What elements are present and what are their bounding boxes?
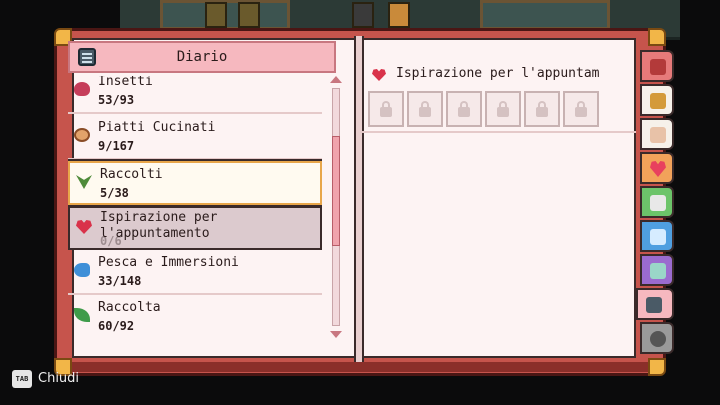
category-item-pesca[interactable]: Pesca e Immersioni 33/148 [68, 251, 322, 295]
tab-skills[interactable] [640, 220, 674, 252]
journal-book: Diario Insetti 53/93 Piatti Cucinati 9/1… [54, 28, 666, 376]
category-item-raccolta[interactable]: Raccolta 60/92 [68, 296, 322, 338]
inspiration-slot[interactable] [446, 91, 482, 127]
book-corner [648, 358, 666, 376]
fish-icon [74, 263, 90, 277]
background-npc [388, 2, 410, 28]
book-cover-edge [60, 362, 660, 372]
inspiration-slot[interactable] [407, 91, 443, 127]
category-item-raccolti[interactable]: Raccolti 5/38 [68, 159, 322, 207]
scroll-down-icon[interactable] [330, 331, 342, 338]
background-window [480, 0, 610, 30]
category-count: 0/6 [100, 234, 122, 248]
backpack-icon [650, 59, 666, 75]
category-count: 53/93 [98, 93, 135, 107]
tab-journal[interactable] [636, 288, 674, 320]
tab-calendar[interactable] [640, 254, 674, 286]
bug-icon [74, 82, 90, 96]
journal-header: Diario [68, 41, 336, 73]
category-count: 9/167 [98, 139, 135, 153]
tab-clothing[interactable] [640, 84, 674, 116]
character-icon [650, 127, 666, 143]
heart-icon [650, 161, 666, 177]
lock-icon [380, 101, 392, 117]
scroll-up-icon[interactable] [330, 76, 342, 83]
lock-icon [458, 101, 470, 117]
background-crate [238, 2, 260, 28]
category-item-insetti[interactable]: Insetti 53/93 [68, 76, 322, 114]
book-corner [648, 28, 666, 46]
background-crate [205, 2, 227, 28]
lock-icon [575, 101, 587, 117]
category-count: 60/92 [98, 319, 135, 333]
dish-icon [74, 128, 90, 142]
inspiration-slot[interactable] [563, 91, 599, 127]
inspiration-slot[interactable] [485, 91, 521, 127]
tab-relationships[interactable] [640, 152, 674, 184]
category-name: Ispirazione per l'appuntamento [100, 210, 218, 241]
leaf-icon [74, 308, 90, 322]
calendar-icon [650, 263, 666, 279]
background-npc [352, 2, 374, 28]
category-list[interactable]: Insetti 53/93 Piatti Cucinati 9/167 Racc… [68, 76, 322, 338]
lock-icon [419, 101, 431, 117]
sprout-icon [76, 175, 92, 189]
journal-title: Diario [176, 49, 228, 65]
category-scrollbar[interactable] [329, 76, 343, 338]
snowflake-icon [650, 229, 666, 245]
tab-map[interactable] [640, 186, 674, 218]
right-page [360, 38, 636, 358]
lock-icon [497, 101, 509, 117]
inspiration-slots [368, 91, 599, 127]
category-name: Raccolta [98, 300, 161, 315]
tab-settings[interactable] [640, 322, 674, 354]
inspiration-slot[interactable] [368, 91, 404, 127]
heart-icon [76, 220, 92, 234]
category-name: Piatti Cucinati [98, 120, 216, 135]
close-button[interactable]: Chiudi [38, 371, 79, 386]
map-icon [650, 195, 666, 211]
gear-icon [650, 331, 666, 347]
tab-key-icon: TAB [12, 370, 32, 388]
lock-icon [536, 101, 548, 117]
category-name: Insetti [98, 76, 153, 89]
detail-divider [360, 131, 636, 133]
tab-inventory[interactable] [640, 50, 674, 82]
category-item-ispirazione[interactable]: Ispirazione per l'appuntamento 0/6 [68, 206, 322, 250]
journal-icon [646, 297, 662, 313]
category-name: Pesca e Immersioni [98, 255, 239, 270]
scroll-thumb[interactable] [332, 136, 340, 246]
category-count: 33/148 [98, 274, 142, 288]
category-name: Raccolti [100, 167, 163, 182]
category-count: 5/38 [100, 186, 129, 200]
inspiration-slot[interactable] [524, 91, 560, 127]
detail-title: Ispirazione per l'appuntam [396, 66, 600, 81]
shirt-icon [650, 93, 666, 109]
category-item-piatti-cucinati[interactable]: Piatti Cucinati 9/167 [68, 116, 322, 160]
book-spine [354, 36, 364, 362]
tab-character[interactable] [640, 118, 674, 150]
